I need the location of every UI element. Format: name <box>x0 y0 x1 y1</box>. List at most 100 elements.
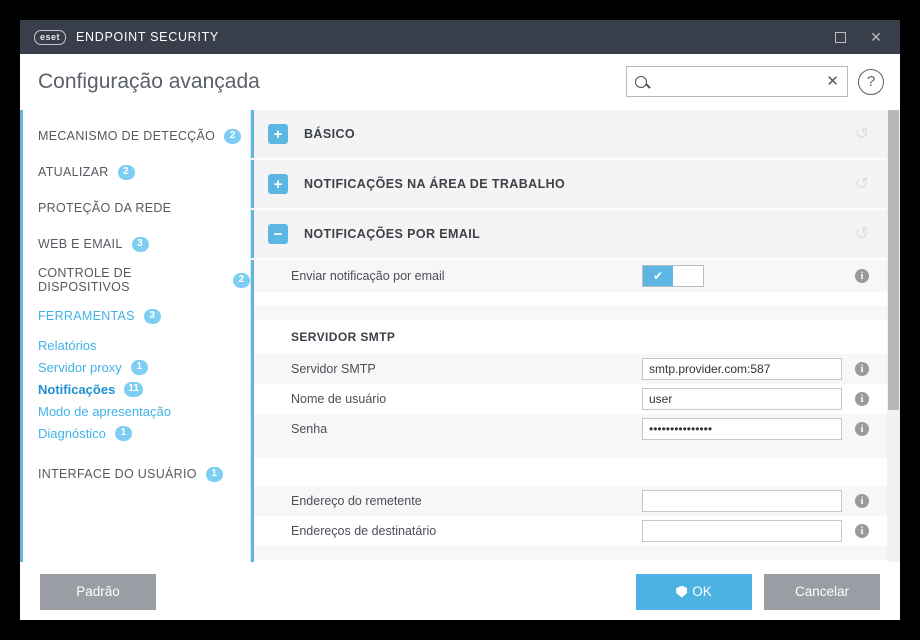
search-input[interactable] <box>647 67 825 96</box>
title-bar: eset ENDPOINT SECURITY ✕ <box>20 20 900 54</box>
spacer <box>254 444 887 458</box>
sidebar-item-label: Modo de apresentação <box>38 403 171 419</box>
sidebar-item-ferramentas[interactable]: FERRAMENTAS 3 <box>20 298 250 334</box>
sidebar-item-label: Relatórios <box>38 337 97 353</box>
sidebar-item-notificacoes[interactable]: Notificações 11 <box>20 378 250 400</box>
field-wrap <box>642 520 842 542</box>
sidebar-item-badge: 2 <box>233 272 250 288</box>
row-label: Endereços de destinatário <box>291 524 437 538</box>
footer-bar: Padrão OK Cancelar <box>20 562 900 620</box>
maximize-icon <box>834 31 846 43</box>
section-header-basico[interactable]: + BÁSICO ↺ <box>251 110 887 158</box>
sidebar-item-web-email[interactable]: WEB E EMAIL 3 <box>20 226 250 262</box>
maximize-button[interactable] <box>822 20 858 54</box>
collapse-icon[interactable]: − <box>268 224 288 244</box>
info-icon[interactable]: i <box>855 269 869 283</box>
undo-icon[interactable]: ↺ <box>855 124 869 144</box>
spacer <box>254 546 887 560</box>
sidebar-item-label: Diagnóstico <box>38 425 106 441</box>
sidebar: MECANISMO DE DETECÇÃO 2 ATUALIZAR 2 PROT… <box>20 110 250 562</box>
row-label: Enviar notificação por email <box>291 269 445 283</box>
settings-scrollbar[interactable] <box>887 110 900 562</box>
field-wrap <box>642 418 842 440</box>
sidebar-item-label: WEB E EMAIL <box>38 237 123 251</box>
expand-icon[interactable]: + <box>268 124 288 144</box>
section-title: NOTIFICAÇÕES NA ÁREA DE TRABALHO <box>304 177 566 191</box>
row-servidor-smtp: Servidor SMTP i <box>254 354 887 384</box>
field-wrap <box>642 358 842 380</box>
subheading-servidor-smtp: SERVIDOR SMTP <box>254 320 887 354</box>
servidor-smtp-input[interactable] <box>642 358 842 380</box>
info-icon[interactable]: i <box>855 362 869 376</box>
sidebar-item-badge: 3 <box>131 236 149 252</box>
sidebar-item-protecao-rede[interactable]: PROTEÇÃO DA REDE <box>20 190 250 226</box>
endereco-remetente-input[interactable] <box>642 490 842 512</box>
section-header-notificacoes-email[interactable]: − NOTIFICAÇÕES POR EMAIL ↺ <box>251 210 887 258</box>
window-controls: ✕ <box>822 20 894 54</box>
row-senha: Senha i <box>254 414 887 444</box>
section-body-email: Enviar notificação por email ✔ i SERVIDO… <box>251 260 887 562</box>
shield-icon <box>676 585 688 598</box>
advanced-setup-window: eset ENDPOINT SECURITY ✕ Configuração av… <box>20 20 900 620</box>
toggle-enviar-notificacao[interactable]: ✔ <box>642 265 704 287</box>
search-icon <box>635 75 647 88</box>
spacer <box>254 472 887 486</box>
toggle-off-half <box>673 266 703 286</box>
default-button[interactable]: Padrão <box>40 573 156 610</box>
info-icon[interactable]: i <box>855 422 869 436</box>
field-wrap <box>642 388 842 410</box>
sidebar-item-label: INTERFACE DO USUÁRIO <box>38 467 197 481</box>
sidebar-item-relatorios[interactable]: Relatórios <box>20 334 250 356</box>
sidebar-item-label: PROTEÇÃO DA REDE <box>38 201 172 215</box>
info-icon[interactable]: i <box>855 494 869 508</box>
ok-button[interactable]: OK <box>636 573 752 610</box>
section-title: NOTIFICAÇÕES POR EMAIL <box>304 227 481 241</box>
expand-icon[interactable]: + <box>268 174 288 194</box>
sidebar-item-label: Servidor proxy <box>38 359 122 375</box>
row-enderecos-destinatario: Endereços de destinatário i <box>254 516 887 546</box>
field-wrap <box>642 490 842 512</box>
help-button[interactable]: ? <box>858 68 884 95</box>
scrollbar-thumb[interactable] <box>888 110 899 410</box>
sidebar-item-badge: 1 <box>205 466 223 482</box>
sidebar-item-badge: 1 <box>130 359 148 375</box>
search-box[interactable]: ✕ <box>626 66 848 97</box>
sidebar-item-deteccao[interactable]: MECANISMO DE DETECÇÃO 2 <box>20 118 250 154</box>
undo-icon[interactable]: ↺ <box>855 224 869 244</box>
enderecos-destinatario-input[interactable] <box>642 520 842 542</box>
spacer <box>254 458 887 472</box>
window-body: MECANISMO DE DETECÇÃO 2 ATUALIZAR 2 PROT… <box>20 110 900 562</box>
sidebar-item-label: MECANISMO DE DETECÇÃO <box>38 129 216 143</box>
header-bar: Configuração avançada ✕ ? <box>20 54 900 110</box>
section-header-notificacoes-desktop[interactable]: + NOTIFICAÇÕES NA ÁREA DE TRABALHO ↺ <box>251 160 887 208</box>
sidebar-item-controle-dispositivos[interactable]: CONTROLE DE DISPOSITIVOS 2 <box>20 262 250 298</box>
sidebar-item-servidor-proxy[interactable]: Servidor proxy 1 <box>20 356 250 378</box>
nome-usuario-input[interactable] <box>642 388 842 410</box>
info-icon[interactable]: i <box>855 392 869 406</box>
sidebar-item-atualizar[interactable]: ATUALIZAR 2 <box>20 154 250 190</box>
sidebar-item-modo-apresentacao[interactable]: Modo de apresentação <box>20 400 250 422</box>
clear-search-icon[interactable]: ✕ <box>824 74 841 89</box>
sidebar-item-diagnostico[interactable]: Diagnóstico 1 <box>20 422 250 444</box>
sidebar-item-badge: 11 <box>124 381 143 397</box>
cancel-button[interactable]: Cancelar <box>764 573 880 610</box>
ok-button-label: OK <box>692 584 712 599</box>
row-endereco-remetente: Endereço do remetente i <box>254 486 887 516</box>
row-label: Endereço do remetente <box>291 494 422 508</box>
sidebar-item-label: FERRAMENTAS <box>38 309 135 323</box>
senha-input[interactable] <box>642 418 842 440</box>
sidebar-item-badge: 3 <box>143 308 161 324</box>
sidebar-item-badge: 1 <box>114 425 132 441</box>
info-icon[interactable]: i <box>855 524 869 538</box>
sidebar-item-interface-usuario[interactable]: INTERFACE DO USUÁRIO 1 <box>20 456 250 492</box>
settings-panel: + BÁSICO ↺ + NOTIFICAÇÕES NA ÁREA DE TRA… <box>250 110 900 562</box>
sidebar-divider <box>20 444 250 456</box>
row-label: Nome de usuário <box>291 392 387 406</box>
spacer <box>254 306 887 320</box>
close-button[interactable]: ✕ <box>858 20 894 54</box>
undo-icon[interactable]: ↺ <box>855 174 869 194</box>
sidebar-item-badge: 2 <box>224 128 242 144</box>
spacer <box>254 292 887 306</box>
sidebar-item-badge: 2 <box>117 164 135 180</box>
row-label: Senha <box>291 422 328 436</box>
